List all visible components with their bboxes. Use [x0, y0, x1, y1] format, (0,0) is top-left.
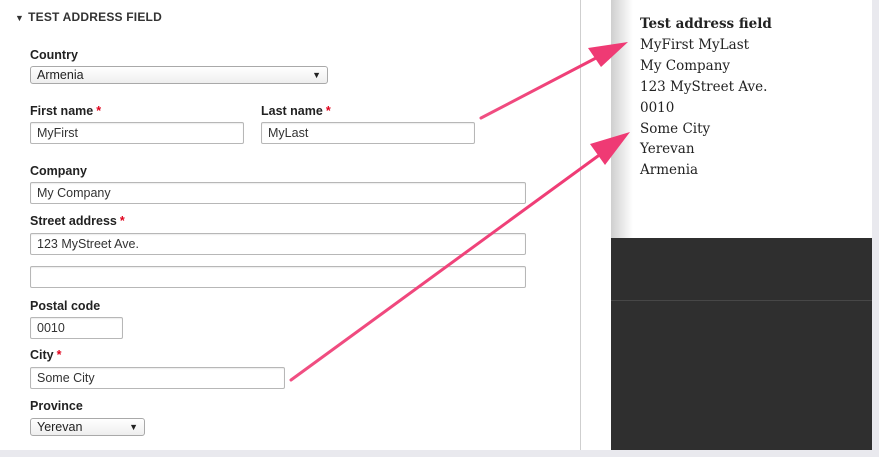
arrow-lastname-to-name: [479, 42, 628, 120]
screenshot-frame: ▼ TEST ADDRESS FIELD Country Armenia ▼ Fi…: [0, 0, 872, 450]
arrow-city-to-city: [289, 132, 630, 382]
annotation-arrows: [289, 42, 630, 382]
